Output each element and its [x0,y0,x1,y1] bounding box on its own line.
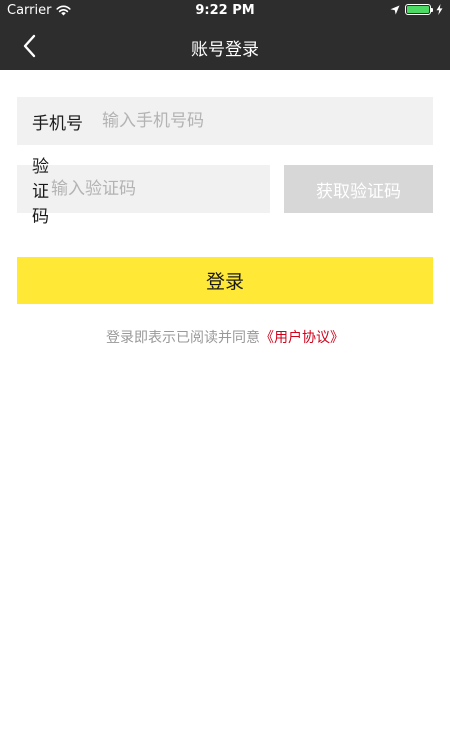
status-time: 9:22 PM [195,3,255,18]
code-field-label: 验证码 [32,156,49,227]
battery-level-fill [407,6,429,13]
charging-bolt-icon [436,4,443,15]
phone-input[interactable] [102,97,433,145]
user-agreement-link[interactable]: 《用户协议》 [260,330,344,346]
verification-code-input[interactable] [51,165,270,213]
phone-field-row: 手机号 [17,97,433,145]
status-indicators [390,4,443,15]
navigation-bar: 账号登录 [0,22,450,70]
back-button[interactable] [18,34,44,58]
status-bar: Carrier 9:22 PM [0,0,450,22]
page-title: 账号登录 [191,40,259,60]
code-field-row: 验证码 [17,157,270,227]
chevron-left-icon [23,34,36,58]
agreement-notice: 登录即表示已阅读并同意《用户协议》 [0,327,450,347]
login-screen: Carrier 9:22 PM 账号登录 手机号 输入手机号码 验证码 输入验证… [0,0,450,749]
phone-field-label: 手机号 [32,113,83,134]
login-button[interactable]: 登录 [17,257,433,304]
top-bar: Carrier 9:22 PM 账号登录 [0,0,450,70]
location-arrow-icon [390,5,400,14]
get-code-button[interactable]: 获取验证码 [284,165,433,213]
battery-icon [405,4,433,15]
agreement-text: 登录即表示已阅读并同意 [106,330,260,346]
